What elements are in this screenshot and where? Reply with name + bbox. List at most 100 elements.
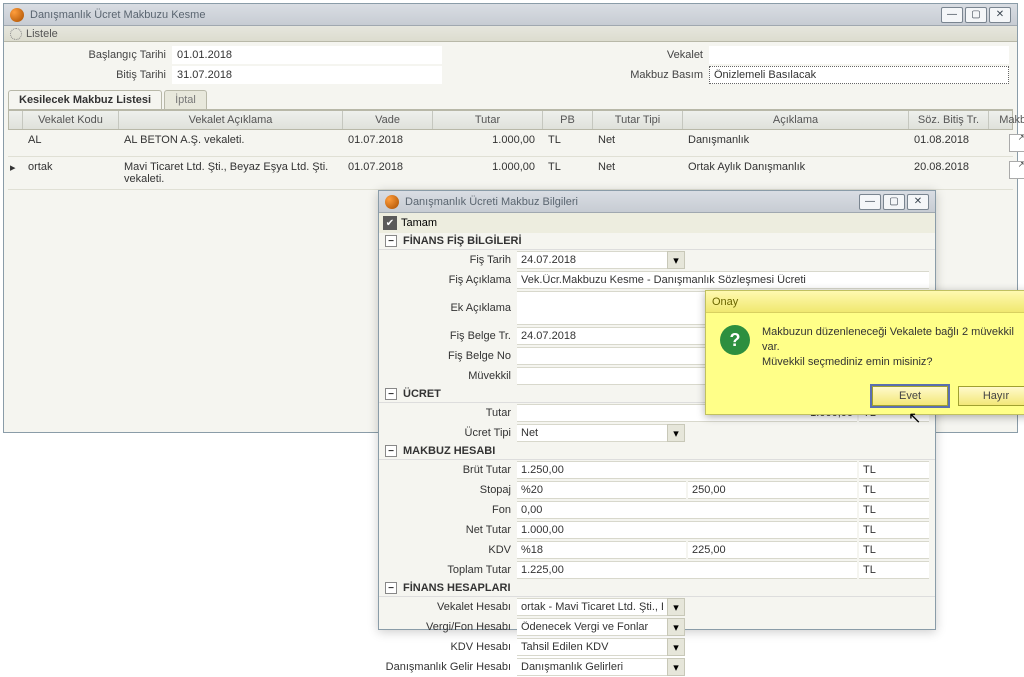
app-icon	[10, 8, 24, 22]
main-title: Danışmanlık Ücret Makbuzu Kesme	[30, 9, 205, 21]
chevron-down-icon[interactable]: ▾	[667, 598, 685, 616]
vergi-hesabi-label: Vergi/Fon Hesabı	[385, 621, 517, 633]
stopaj-pb: TL	[859, 481, 929, 499]
vekalet-hesabi-select[interactable]	[517, 598, 667, 616]
fis-tarih-label: Fiş Tarih	[385, 254, 517, 266]
chevron-down-icon[interactable]: ▾	[667, 658, 685, 676]
fon-pb: TL	[859, 501, 929, 519]
kdv-hesabi-select[interactable]	[517, 638, 667, 656]
question-icon: ?	[720, 325, 750, 355]
cell-vekacik: Mavi Ticaret Ltd. Şti., Beyaz Eşya Ltd. …	[118, 157, 342, 189]
list-icon	[10, 28, 22, 40]
brut-pb: TL	[859, 461, 929, 479]
cell-pb: TL	[542, 157, 592, 189]
close-button[interactable]: ✕	[907, 194, 929, 210]
section-title: FİNANS FİŞ BİLGİLERİ	[403, 235, 522, 247]
end-date-input[interactable]	[172, 66, 442, 84]
start-date-input[interactable]	[172, 46, 442, 64]
chevron-down-icon[interactable]: ▾	[667, 638, 685, 656]
kdv-label: KDV	[385, 544, 517, 556]
net-label: Net Tutar	[385, 524, 517, 536]
detail-titlebar: Danışmanlık Ücreti Makbuz Bilgileri — ▢ …	[379, 191, 935, 213]
section-title: MAKBUZ HESABI	[403, 445, 495, 457]
cell-tutar: 1.000,00	[432, 130, 542, 156]
table-row[interactable]: AL AL BETON A.Ş. vekaleti. 01.07.2018 1.…	[8, 130, 1013, 157]
maximize-button[interactable]: ▢	[883, 194, 905, 210]
ek-aciklama-label: Ek Açıklama	[385, 302, 517, 314]
muvekkil-label: Müvekkil	[385, 370, 517, 382]
cell-kod: ortak	[22, 157, 118, 189]
net-value: 1.000,00	[517, 521, 857, 539]
row-marker	[8, 130, 22, 156]
makbuz-icon[interactable]	[1009, 134, 1024, 152]
vergi-hesabi-select[interactable]	[517, 618, 667, 636]
confirm-msg1: Makbuzun düzenleneceği Vekalete bağlı 2 …	[762, 325, 1024, 355]
start-date-label: Başlangıç Tarihi	[12, 49, 172, 61]
col-tutar[interactable]: Tutar	[433, 111, 543, 129]
cell-tutar: 1.000,00	[432, 157, 542, 189]
minimize-button[interactable]: —	[941, 7, 963, 23]
chevron-down-icon[interactable]: ▾	[667, 618, 685, 636]
grid-body: AL AL BETON A.Ş. vekaleti. 01.07.2018 1.…	[8, 130, 1013, 190]
fis-aciklama-input[interactable]	[517, 271, 929, 289]
net-pb: TL	[859, 521, 929, 539]
col-makbuz[interactable]: Makbuz	[989, 111, 1024, 129]
confirm-msg2: Müvekkil seçmediniz emin misiniz?	[762, 355, 1024, 370]
main-titlebar: Danışmanlık Ücret Makbuzu Kesme — ▢ ✕	[4, 4, 1017, 26]
toplam-pb: TL	[859, 561, 929, 579]
list-button[interactable]: Listele	[26, 28, 58, 40]
collapse-icon[interactable]: −	[385, 582, 397, 594]
minimize-button[interactable]: —	[859, 194, 881, 210]
col-vekalet-kodu[interactable]: Vekalet Kodu	[23, 111, 119, 129]
fis-tarih-input[interactable]	[517, 251, 667, 269]
table-row[interactable]: ▸ ortak Mavi Ticaret Ltd. Şti., Beyaz Eş…	[8, 157, 1013, 190]
col-vekalet-aciklama[interactable]: Vekalet Açıklama	[119, 111, 343, 129]
chevron-down-icon[interactable]: ▾	[667, 424, 685, 442]
tab-iptal[interactable]: İptal	[164, 90, 207, 109]
makbuz-basim-select[interactable]	[709, 66, 1009, 84]
detail-toolbar: ✔ Tamam	[379, 213, 935, 233]
col-tutar-tipi[interactable]: Tutar Tipi	[593, 111, 683, 129]
cell-vekacik: AL BETON A.Ş. vekaleti.	[118, 130, 342, 156]
section-finans-hesaplari[interactable]: − FİNANS HESAPLARI	[379, 580, 935, 597]
section-finans-fis[interactable]: − FİNANS FİŞ BİLGİLERİ	[379, 233, 935, 250]
cell-soz: 20.08.2018	[908, 157, 988, 189]
confirm-text: Makbuzun düzenleneceği Vekalete bağlı 2 …	[762, 325, 1024, 370]
cell-vade: 01.07.2018	[342, 130, 432, 156]
vekalet-input[interactable]	[709, 46, 1009, 64]
close-button[interactable]: ✕	[989, 7, 1011, 23]
cell-kod: AL	[22, 130, 118, 156]
col-pb[interactable]: PB	[543, 111, 593, 129]
fon-label: Fon	[385, 504, 517, 516]
confirm-titlebar: Onay ✕	[706, 291, 1024, 313]
hayir-button[interactable]: Hayır	[958, 386, 1024, 406]
kdv-value: 225,00	[688, 541, 857, 559]
chevron-down-icon[interactable]: ▾	[667, 251, 685, 269]
tab-kesilecek[interactable]: Kesilecek Makbuz Listesi	[8, 90, 162, 109]
filter-panel: Başlangıç Tarihi Vekalet Bitiş Tarihi Ma…	[4, 42, 1017, 88]
collapse-icon[interactable]: −	[385, 445, 397, 457]
cell-vade: 01.07.2018	[342, 157, 432, 189]
stopaj-label: Stopaj	[385, 484, 517, 496]
evet-button[interactable]: Evet	[872, 386, 948, 406]
gelir-hesabi-select[interactable]	[517, 658, 667, 676]
cell-soz: 01.08.2018	[908, 130, 988, 156]
col-aciklama[interactable]: Açıklama	[683, 111, 909, 129]
ucret-tipi-select[interactable]	[517, 424, 667, 442]
col-soz-bitis[interactable]: Söz. Bitiş Tr.	[909, 111, 989, 129]
col-vade[interactable]: Vade	[343, 111, 433, 129]
vekalet-hesabi-label: Vekalet Hesabı	[385, 601, 517, 613]
collapse-icon[interactable]: −	[385, 235, 397, 247]
makbuz-basim-label: Makbuz Basım	[589, 69, 709, 81]
tabs: Kesilecek Makbuz Listesi İptal	[8, 90, 1013, 110]
tutar-label: Tutar	[385, 407, 517, 419]
cell-acik: Danışmanlık	[682, 130, 908, 156]
makbuz-icon[interactable]	[1009, 161, 1024, 179]
section-makbuz-hesabi[interactable]: − MAKBUZ HESABI	[379, 443, 935, 460]
section-title: ÜCRET	[403, 388, 441, 400]
collapse-icon[interactable]: −	[385, 388, 397, 400]
fis-aciklama-label: Fiş Açıklama	[385, 274, 517, 286]
maximize-button[interactable]: ▢	[965, 7, 987, 23]
fis-belgetr-label: Fiş Belge Tr.	[385, 330, 517, 342]
tamam-button[interactable]: Tamam	[401, 217, 437, 229]
